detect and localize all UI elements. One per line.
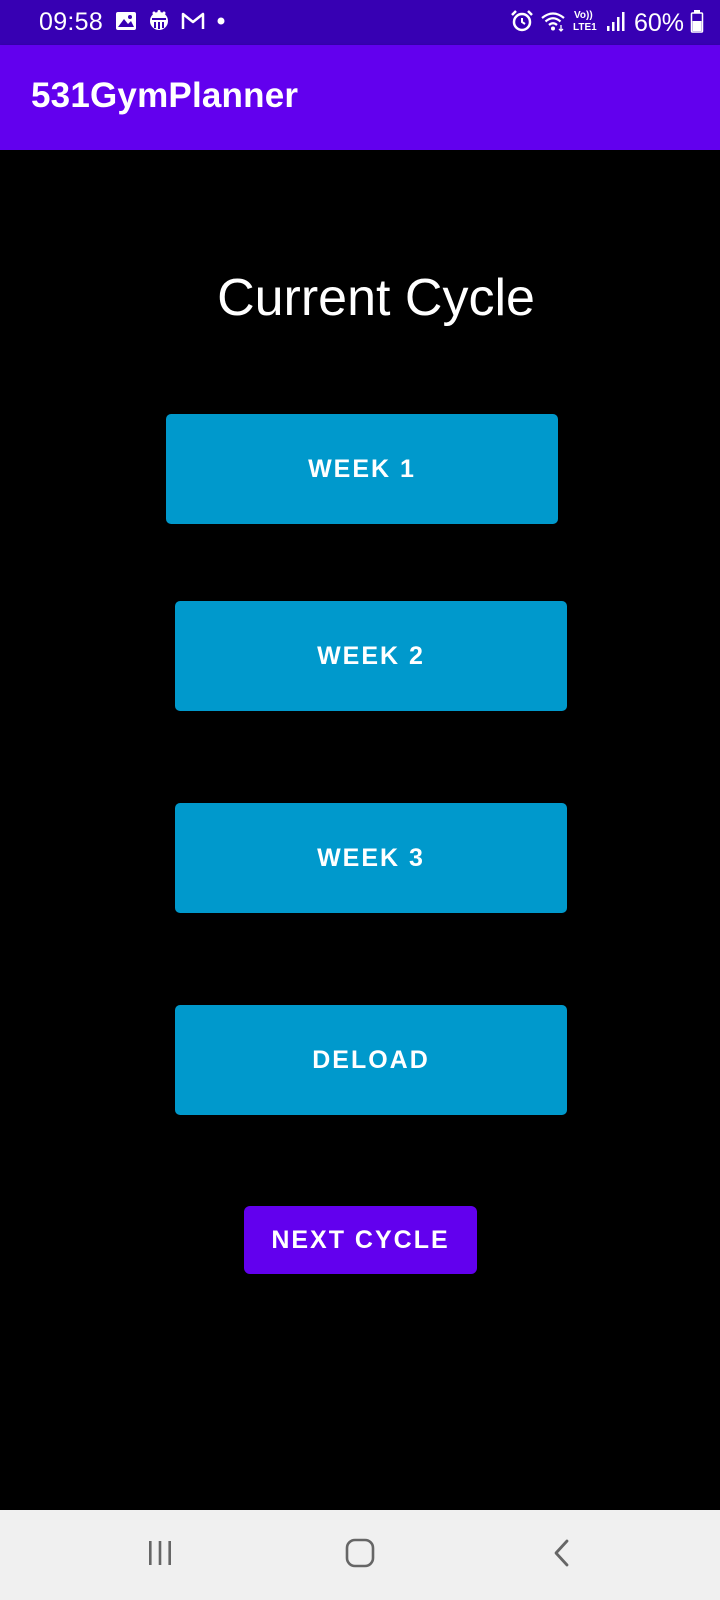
week-1-button[interactable]: WEEK 1	[166, 414, 558, 524]
alarm-icon	[510, 9, 534, 38]
back-button[interactable]	[532, 1532, 592, 1578]
signal-icon	[606, 10, 626, 37]
navigation-bar	[0, 1510, 720, 1600]
dot-icon	[215, 14, 227, 32]
status-bar: 09:58 Vo)) LTE1 60%	[0, 0, 720, 45]
app-title: 531GymPlanner	[31, 76, 299, 115]
gallery-icon	[115, 11, 137, 36]
volte-label-top: Vo))	[574, 10, 593, 21]
gmail-icon	[181, 11, 205, 36]
week-3-button[interactable]: WEEK 3	[175, 803, 567, 913]
battery-icon	[690, 9, 704, 38]
recents-button[interactable]	[130, 1532, 190, 1578]
wifi-icon	[540, 9, 566, 38]
recents-icon	[145, 1538, 175, 1573]
app-notification-icon	[147, 9, 171, 38]
volte-label-bottom: LTE1	[573, 22, 597, 33]
home-button[interactable]	[330, 1532, 390, 1578]
system-icons: Vo)) LTE1 60%	[510, 8, 704, 38]
next-cycle-button[interactable]: NEXT CYCLE	[244, 1206, 477, 1274]
battery-percent: 60%	[633, 8, 684, 37]
app-bar: 531GymPlanner	[0, 45, 720, 150]
home-icon	[344, 1537, 376, 1574]
back-icon	[547, 1538, 577, 1573]
week-2-button[interactable]: WEEK 2	[175, 601, 567, 711]
page-title: Current Cycle	[217, 269, 535, 327]
deload-button[interactable]: DELOAD	[175, 1005, 567, 1115]
notification-icons	[115, 9, 227, 38]
status-time: 09:58	[39, 8, 104, 36]
screen: 09:58 Vo)) LTE1 60% 531GymPlanner Curren…	[0, 0, 720, 1600]
volte-icon: Vo)) LTE1	[572, 8, 600, 39]
